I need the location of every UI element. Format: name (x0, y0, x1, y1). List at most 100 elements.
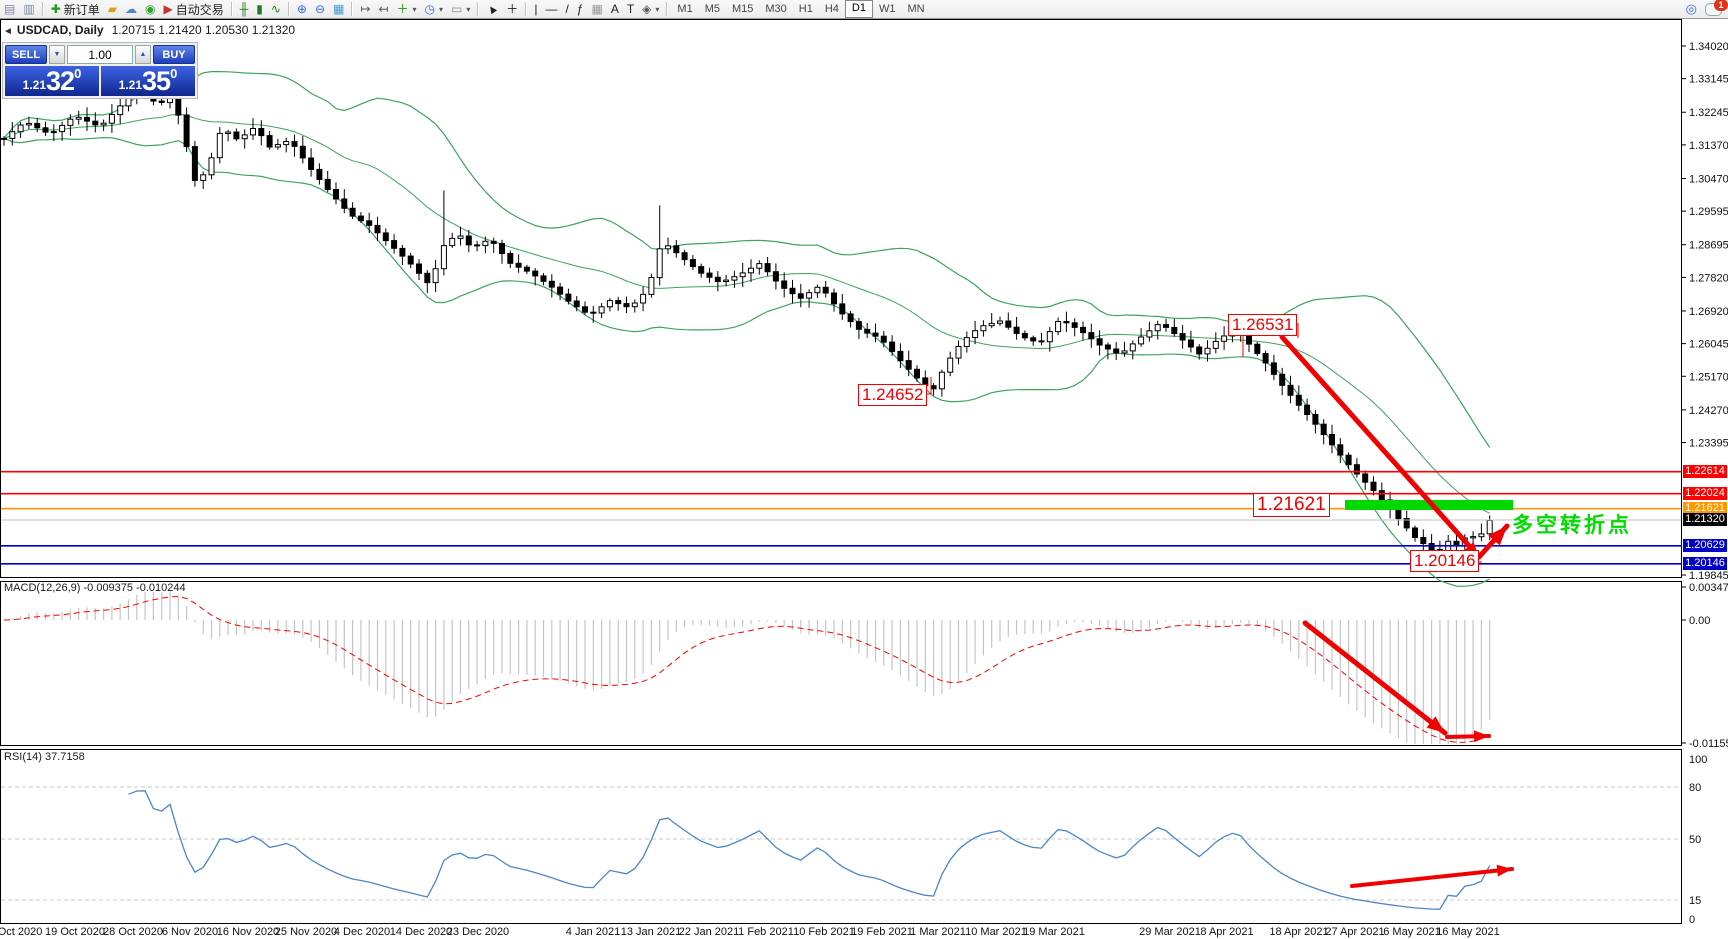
tile-windows-icon[interactable]: ▦ (329, 1, 348, 17)
macd-axis-label: 0.00 (1689, 615, 1710, 627)
buy-button[interactable]: BUY (153, 45, 195, 64)
buy-price-display[interactable]: 1.21 35 0 (101, 66, 195, 96)
deposit-icon: ▰ (107, 2, 117, 16)
vertical-line-icon[interactable]: | (530, 1, 541, 17)
date-axis-label: 14 Dec 2020 (390, 926, 452, 938)
chart-window-icon: ▤ (4, 2, 16, 16)
fibonacci-icon[interactable]: ƒ (573, 1, 588, 17)
date-axis-label: 4 Jan 2021 (566, 926, 620, 938)
indicators-icon[interactable]: ＋ ▾ (393, 1, 421, 17)
volume-decrease-button[interactable]: ▼ (49, 45, 65, 64)
fibonacci-icon: ƒ (576, 2, 584, 16)
toolbar-group-left: ▤ ▥ (0, 0, 39, 18)
date-axis-label: 27 Apr 2021 (1325, 926, 1384, 938)
autotrading-button[interactable]: ▶ 自动交易 (159, 1, 227, 17)
rsi-value: 37.7158 (44, 751, 85, 763)
timeframe-w1[interactable]: W1 (873, 1, 902, 17)
chart-canvas[interactable]: 1.34020 1.33145 1.32245 1.31370 1.30470 1.295… (0, 0, 1728, 939)
rsi-axis-label: 0 (1689, 914, 1695, 926)
line-chart-icon[interactable]: ∿ (267, 1, 285, 17)
chart-title: ◄ USDCAD, Daily 1.20715 1.21420 1.20530 1.… (3, 23, 295, 37)
templates-icon[interactable]: ▭ ▾ (447, 1, 474, 17)
toolbar-separator (351, 2, 354, 16)
profiles-icon[interactable]: ▥ (19, 1, 38, 17)
templates-icon: ▭ (451, 2, 463, 16)
date-axis-label: 10 Mar 2021 (965, 926, 1027, 938)
deposit-icon[interactable]: ▰ (104, 1, 121, 17)
date-axis-label: 19 Feb 2021 (851, 926, 913, 938)
timeframe-m30[interactable]: M30 (759, 1, 792, 17)
price-callout-1.24652: 1.24652 (858, 384, 928, 406)
shapes-icon: ◈ (642, 2, 652, 16)
price-axis-tick-label: 1.26045 (1689, 339, 1728, 351)
bar-chart-icon[interactable]: ╫ (236, 1, 253, 17)
macd-signal-value: -0.010244 (136, 582, 186, 594)
date-axis-label: 6 Nov 2020 (162, 926, 218, 938)
chart-window-icon[interactable]: ▤ (0, 1, 19, 17)
crosshair-icon: ＋ (506, 2, 519, 16)
price-axis-tick-label: 1.28695 (1689, 240, 1728, 252)
chart-shift-icon: ↤ (378, 2, 389, 16)
search-icon[interactable]: ◎ (1686, 1, 1697, 17)
timeframe-h1[interactable]: H1 (793, 1, 819, 17)
date-axis-label: 6 May 2021 (1383, 926, 1440, 938)
indicators-icon: ＋ (396, 2, 409, 16)
profiles-icon: ▥ (23, 2, 35, 16)
chart-shift-icon[interactable]: ↤ (374, 1, 392, 17)
periods-icon[interactable]: ◷ ▾ (421, 1, 448, 17)
auto-scroll-icon[interactable]: ↦ (356, 1, 374, 17)
macd-value: -0.009375 (83, 582, 134, 594)
toolbar: ▤ ▥ ✚ 新订单 ▰ ☁ ◉ ▶ 自动交易 ╫ ▮ ∿ ⊕ ⊖ ▦ ↦ ↤ ＋ ▾ ◷ ▾ ▭ ▾ ▲ ＋ | — / ƒ ▦ A T ◈ ▾ M… (0, 0, 1728, 19)
horizontal-line-icon[interactable]: — (541, 1, 561, 17)
price-axis-tick-label: 1.33145 (1689, 74, 1728, 86)
signals-icon[interactable]: ◉ (141, 1, 159, 17)
volume-input[interactable] (67, 45, 133, 64)
crosshair-icon[interactable]: ＋ (502, 1, 522, 17)
timeframe-mn[interactable]: MN (901, 1, 930, 17)
price-axis-tag-1.22614: 1.22614 (1683, 465, 1727, 478)
shapes-icon-caret: ▾ (655, 4, 660, 14)
rsi-indicator-label: RSI(14) 37.7158 (4, 751, 85, 763)
price-axis-tick-label: 1.34020 (1689, 41, 1728, 53)
timeframe-m15[interactable]: M15 (726, 1, 759, 17)
timeframe-m5[interactable]: M5 (699, 1, 726, 17)
toolbar-separator (666, 2, 669, 16)
candlestick-icon: ▮ (256, 2, 263, 16)
toolbar-group-cursor: ▲ ＋ (482, 0, 522, 18)
cursor-icon[interactable]: ▲ (482, 0, 502, 18)
shapes-icon[interactable]: ◈ ▾ (638, 1, 663, 17)
auto-scroll-icon: ↦ (360, 2, 371, 16)
trendline-icon[interactable]: / (561, 1, 572, 17)
text-icon: A (610, 2, 619, 16)
new-order-button[interactable]: ✚ 新订单 (47, 1, 104, 17)
horizontal-line-icon: — (545, 2, 558, 16)
date-axis-label: 1 Mar 2021 (910, 926, 966, 938)
sell-button[interactable]: SELL (5, 45, 47, 64)
timeframe-m1[interactable]: M1 (671, 1, 698, 17)
grid-icon[interactable]: ▦ (587, 1, 606, 17)
text-icon[interactable]: A (607, 1, 623, 17)
text-label-icon[interactable]: T (623, 1, 638, 17)
zoom-in-icon[interactable]: ⊕ (293, 1, 311, 17)
timeframe-h4[interactable]: H4 (819, 1, 845, 17)
date-axis-label: 28 Oct 2020 (103, 926, 163, 938)
candlestick-icon[interactable]: ▮ (252, 1, 267, 17)
community-icon[interactable]: ☁ (121, 1, 141, 17)
timeframe-d1[interactable]: D1 (844, 0, 873, 18)
notifications-icon[interactable]: 1 (1705, 0, 1728, 16)
sell-price-display[interactable]: 1.21 32 0 (5, 66, 99, 96)
macd-name: MACD(12,26,9) (4, 582, 81, 594)
price-callout-1.26531: 1.26531 (1228, 314, 1298, 336)
date-axis-label: 22 Jan 2021 (679, 926, 740, 938)
community-icon: ☁ (125, 2, 137, 16)
chart-symbol-period: USDCAD, Daily (16, 23, 104, 37)
date-axis-label: 16 Nov 2020 (217, 926, 279, 938)
toolbar-separator (477, 2, 480, 16)
buy-price-pips: 35 (142, 66, 171, 96)
date-axis-label: 29 Mar 2021 (1139, 926, 1201, 938)
date-axis-label: 25 Nov 2020 (275, 926, 337, 938)
date-axis-label: 19 Mar 2021 (1023, 926, 1085, 938)
zoom-out-icon[interactable]: ⊖ (311, 1, 329, 17)
toolbar-separator (230, 2, 233, 16)
volume-increase-button[interactable]: ▲ (135, 45, 151, 64)
